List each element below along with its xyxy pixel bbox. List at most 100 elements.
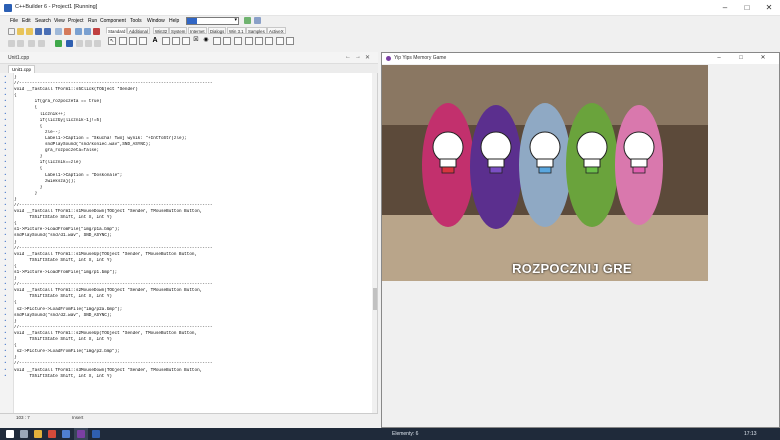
tab-activex[interactable]: ActiveX bbox=[267, 27, 286, 34]
menu-run[interactable]: Run bbox=[88, 18, 97, 24]
tab-internet[interactable]: Internet bbox=[188, 27, 207, 34]
game-taskbar-icon[interactable] bbox=[92, 430, 100, 438]
code-text: //--------------------------------------… bbox=[14, 202, 213, 208]
game-close-button[interactable]: ✕ bbox=[756, 53, 770, 64]
checkbox-icon[interactable]: ☒ bbox=[192, 37, 200, 45]
tab-system[interactable]: System bbox=[169, 27, 188, 34]
back-arrow-icon[interactable]: ← bbox=[345, 54, 351, 60]
set-debug-desktop-icon[interactable] bbox=[254, 17, 261, 24]
code-text: //--------------------------------------… bbox=[14, 361, 213, 367]
app-icon-2[interactable] bbox=[62, 430, 70, 438]
combo-selection bbox=[187, 18, 197, 24]
pause-icon[interactable] bbox=[66, 40, 73, 47]
tab-win32[interactable]: Win32 bbox=[153, 27, 170, 34]
main-menu-icon[interactable] bbox=[129, 37, 137, 45]
tab-win31[interactable]: Win 3.1 bbox=[227, 27, 246, 34]
code-editor[interactable]: •} •//-----------------------------------… bbox=[0, 73, 378, 413]
tab-samples[interactable]: Samples bbox=[246, 27, 267, 34]
new-icon[interactable] bbox=[8, 28, 15, 35]
tab-dialogs[interactable]: Dialogs bbox=[208, 27, 227, 34]
add-file-icon[interactable] bbox=[55, 28, 62, 35]
game-maximize-button[interactable]: □ bbox=[734, 53, 748, 64]
tab-unit1-cpp[interactable]: Unit1.cpp bbox=[8, 65, 36, 73]
code-text: TShiftState Shift, int X, int Y) bbox=[14, 257, 112, 263]
code-text: sndPlaySound("snd/d1.wav", SND_ASYNC); bbox=[14, 233, 112, 239]
forward-arrow-icon[interactable]: → bbox=[355, 54, 361, 60]
pointer-icon[interactable]: ↖ bbox=[108, 37, 116, 45]
game-window: Yip Yips Memory Game – □ ✕ ROZPOCZNIJ GR… bbox=[381, 52, 780, 428]
radiogroup-icon[interactable] bbox=[255, 37, 263, 45]
button-icon[interactable] bbox=[182, 37, 190, 45]
save-all-icon[interactable] bbox=[44, 28, 51, 35]
new-form-icon[interactable] bbox=[93, 28, 100, 35]
menu-edit[interactable]: Edit bbox=[22, 18, 31, 24]
save-icon[interactable] bbox=[35, 28, 42, 35]
game-app-icon bbox=[386, 56, 391, 61]
windows-start-icon[interactable] bbox=[6, 430, 14, 438]
run-to-cursor-icon[interactable] bbox=[94, 40, 101, 47]
menu-window[interactable]: Window bbox=[147, 18, 165, 24]
listbox-icon[interactable] bbox=[213, 37, 221, 45]
edit-icon[interactable] bbox=[162, 37, 170, 45]
remove-file-icon[interactable] bbox=[64, 28, 71, 35]
editor-title: Unit1.cpp bbox=[8, 55, 30, 61]
step-over-icon[interactable] bbox=[85, 40, 92, 47]
view-unit-icon[interactable] bbox=[75, 28, 82, 35]
memo-icon[interactable] bbox=[172, 37, 180, 45]
maximize-button[interactable]: □ bbox=[736, 0, 758, 16]
trace-into-icon[interactable] bbox=[76, 40, 83, 47]
code-text: if(liczby[licznik-1]!=5) bbox=[14, 117, 102, 123]
code-text: { bbox=[14, 123, 43, 129]
new-item-icon[interactable] bbox=[17, 40, 24, 47]
code-text: TShiftState Shift, int X, int Y) bbox=[14, 373, 112, 379]
run-icon[interactable] bbox=[55, 40, 62, 47]
label-icon[interactable]: A bbox=[151, 37, 159, 45]
open-icon[interactable] bbox=[17, 28, 24, 35]
menu-component[interactable]: Component bbox=[100, 18, 126, 24]
save-desktop-icon[interactable] bbox=[244, 17, 251, 24]
open-project-icon[interactable] bbox=[26, 28, 33, 35]
code-text: Label1->Caption = "Skucha! Twój wynik: "… bbox=[14, 135, 187, 141]
code-text: zwiekszaj(); bbox=[14, 178, 76, 184]
app-icon-1[interactable] bbox=[48, 430, 56, 438]
code-text: //--------------------------------------… bbox=[14, 81, 213, 87]
view-form-icon[interactable] bbox=[84, 28, 91, 35]
popup-menu-icon[interactable] bbox=[139, 37, 147, 45]
menu-file[interactable]: File bbox=[10, 18, 18, 24]
code-text: s2->Picture->LoadFromFile("img/p2.bmp"); bbox=[14, 349, 120, 355]
cbuilder-taskbar-icon[interactable] bbox=[77, 430, 85, 438]
list-icon[interactable] bbox=[38, 40, 45, 47]
menu-tools[interactable]: Tools bbox=[130, 18, 142, 24]
file-explorer-icon[interactable] bbox=[34, 430, 42, 438]
minimize-button[interactable]: – bbox=[714, 0, 736, 16]
code-text: } bbox=[14, 190, 38, 196]
code-editor-header: Unit1.cpp ← → ✕ bbox=[0, 52, 378, 64]
editor-close-icon[interactable]: ✕ bbox=[365, 54, 370, 61]
combobox-icon[interactable] bbox=[223, 37, 231, 45]
start-game-button[interactable]: ROZPOCZNIJ GRE bbox=[482, 261, 662, 276]
actionlist-icon[interactable] bbox=[276, 37, 284, 45]
scrollbar-thumb[interactable] bbox=[373, 288, 377, 310]
tab-standard[interactable]: Standard bbox=[106, 27, 128, 34]
code-text: { bbox=[14, 105, 38, 111]
toggle-form-icon[interactable] bbox=[8, 40, 15, 47]
desktop-combo[interactable]: ▾ bbox=[186, 17, 239, 25]
cursor-position: 103 : 7 bbox=[16, 415, 30, 420]
code-text: } bbox=[14, 239, 17, 245]
menu-view[interactable]: View bbox=[54, 18, 65, 24]
game-minimize-button[interactable]: – bbox=[712, 53, 726, 64]
frames-icon[interactable] bbox=[119, 37, 127, 45]
scroll-palette-icon[interactable] bbox=[286, 37, 294, 45]
search-icon[interactable] bbox=[20, 430, 28, 438]
open-item-icon[interactable] bbox=[28, 40, 35, 47]
radio-button-icon[interactable]: ◉ bbox=[202, 37, 210, 45]
editor-scrollbar[interactable] bbox=[372, 73, 377, 413]
panel-icon[interactable] bbox=[265, 37, 273, 45]
menu-help[interactable]: Help bbox=[169, 18, 179, 24]
close-button[interactable]: ✕ bbox=[758, 0, 780, 16]
menu-search[interactable]: Search bbox=[35, 18, 51, 24]
groupbox-icon[interactable] bbox=[245, 37, 253, 45]
tab-additional[interactable]: Additional bbox=[127, 27, 150, 34]
scrollbar-icon[interactable] bbox=[234, 37, 242, 45]
menu-project[interactable]: Project bbox=[68, 18, 84, 24]
